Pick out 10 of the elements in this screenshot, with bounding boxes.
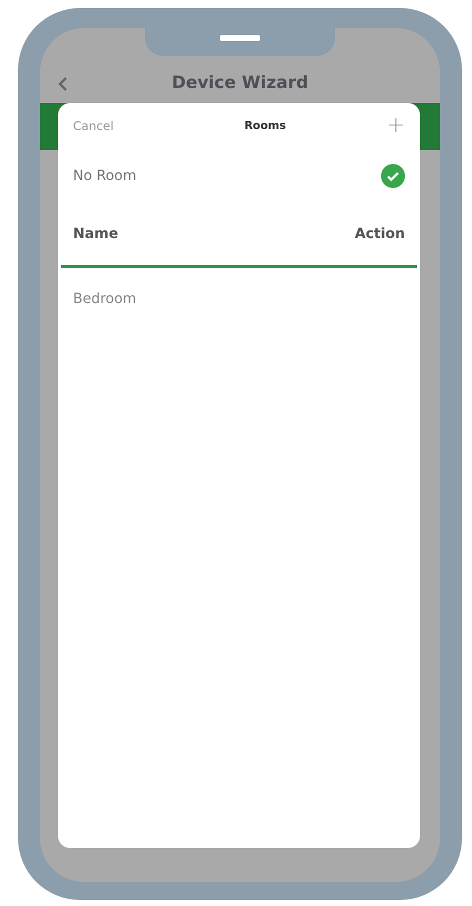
column-header: Name <box>73 224 118 244</box>
header-title: Device Wizard <box>172 72 308 96</box>
speaker-slot <box>220 35 260 41</box>
sheet-title: Rooms <box>244 118 286 134</box>
column-header: Action <box>354 224 405 244</box>
room-option[interactable]: No Room <box>73 149 405 203</box>
back-icon[interactable] <box>58 77 68 91</box>
add-button[interactable]: + <box>386 115 405 137</box>
room-row[interactable]: Bedroom <box>73 268 405 330</box>
cancel-button[interactable]: Cancel <box>73 117 114 135</box>
